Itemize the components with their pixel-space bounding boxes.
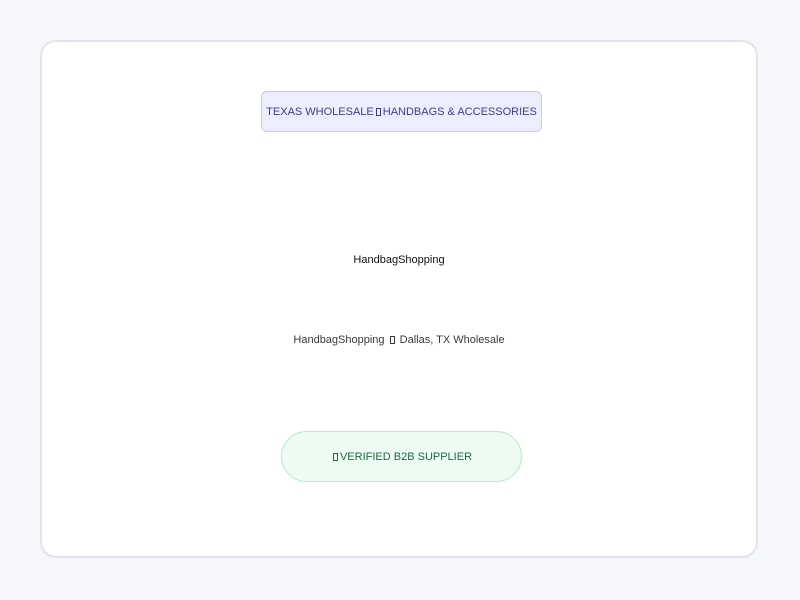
brand-title: HandbagShopping [353, 254, 445, 266]
verified-label: VERIFIED B2B SUPPLIER [339, 450, 473, 463]
subtitle-brand-label: HandbagShopping [293, 334, 385, 346]
verified-icon [332, 452, 338, 461]
verified-supplier-badge: VERIFIED B2B SUPPLIER [281, 431, 522, 482]
region-category-badge: TEXAS WHOLESALE HANDBAGS & ACCESSORIES [261, 91, 542, 132]
region-label: TEXAS WHOLESALE [266, 105, 374, 118]
brand-subtitle: HandbagShopping Dallas, TX Wholesale [42, 334, 756, 346]
separator-icon [389, 336, 395, 344]
category-label: HANDBAGS & ACCESSORIES [382, 105, 537, 118]
separator-icon [375, 107, 381, 116]
supplier-card: TEXAS WHOLESALE HANDBAGS & ACCESSORIES H… [40, 40, 758, 558]
subtitle-location-label: Dallas, TX Wholesale [399, 334, 505, 346]
